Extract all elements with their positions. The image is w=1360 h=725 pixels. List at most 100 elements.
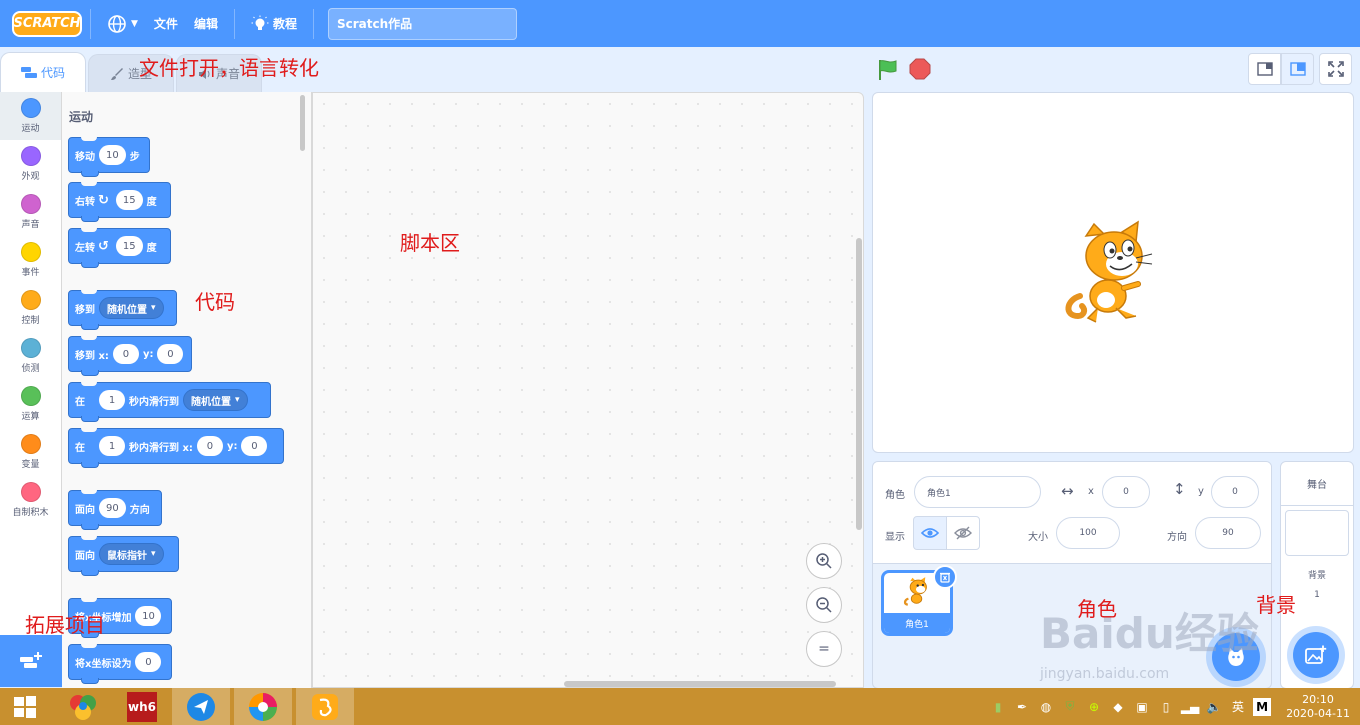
- y-input[interactable]: 0: [157, 344, 184, 364]
- direction-label: 方向: [1167, 532, 1187, 543]
- security-shield-icon[interactable]: ⛨: [1061, 698, 1079, 716]
- turn-left-block[interactable]: 左转 ↺ 15 度: [68, 228, 171, 268]
- block-label: 在: [75, 442, 85, 454]
- category-label: 自制积木: [12, 508, 49, 518]
- y-input[interactable]: 0: [241, 436, 268, 456]
- category-item[interactable]: 外观: [0, 140, 61, 188]
- sprite-name-input[interactable]: 角色1: [914, 476, 1041, 508]
- image-add-icon: [1305, 645, 1327, 664]
- block-label: 秒内滑行到: [129, 396, 179, 408]
- size-input[interactable]: 100: [1056, 517, 1120, 549]
- scratch-logo[interactable]: SCRATCH: [12, 10, 82, 37]
- taskbar-app-browser[interactable]: [234, 688, 292, 725]
- workspace-vertical-scrollbar[interactable]: [856, 238, 862, 530]
- category-item[interactable]: 事件: [0, 236, 61, 284]
- delete-sprite-button[interactable]: [933, 565, 957, 589]
- zoom-out-button[interactable]: [806, 587, 842, 623]
- stop-button[interactable]: [909, 58, 931, 84]
- x-input[interactable]: 0: [196, 436, 223, 456]
- taskbar-clock[interactable]: 20:10 2020-04-11: [1286, 693, 1350, 721]
- seconds-input[interactable]: 1: [99, 390, 125, 410]
- glide-to-block[interactable]: 在 1 秒内滑行到 随机位置: [68, 382, 271, 422]
- hide-sprite-button[interactable]: [946, 516, 980, 550]
- tutorial-menu[interactable]: 教程: [243, 0, 305, 47]
- direction-input[interactable]: 90: [99, 498, 126, 518]
- annotation-script-area: 脚本区: [400, 231, 460, 255]
- x-change-input[interactable]: 10: [135, 606, 162, 626]
- tab-code[interactable]: 代码: [0, 52, 86, 92]
- fullscreen-button[interactable]: [1319, 53, 1352, 85]
- ime-indicator[interactable]: 英: [1232, 698, 1244, 716]
- add-backdrop-button[interactable]: [1293, 632, 1339, 678]
- steps-input[interactable]: 10: [99, 145, 126, 165]
- language-menu[interactable]: ▼: [99, 0, 146, 47]
- seconds-input[interactable]: 1: [99, 436, 125, 456]
- pen-tray-icon[interactable]: ✒: [1013, 698, 1031, 716]
- edit-menu[interactable]: 编辑: [186, 0, 226, 47]
- battery-icon[interactable]: ▯: [1157, 698, 1175, 716]
- set-x-block[interactable]: 将x坐标设为 0: [68, 644, 172, 684]
- normal-stage-button[interactable]: [1281, 53, 1314, 85]
- point-direction-block[interactable]: 面向 90 方向: [68, 490, 162, 530]
- y-position-input[interactable]: 0: [1211, 476, 1259, 508]
- workspace-horizontal-scrollbar[interactable]: [564, 681, 836, 687]
- start-button[interactable]: [0, 688, 50, 725]
- block-label: 方向: [129, 504, 150, 516]
- script-workspace[interactable]: [312, 92, 864, 688]
- category-color-dot: [20, 434, 41, 454]
- project-title-input[interactable]: Scratch作品: [327, 7, 517, 40]
- glide-xy-block[interactable]: 在 1 秒内滑行到 x: 0 y: 0: [68, 428, 284, 468]
- category-item[interactable]: 运动: [0, 92, 61, 140]
- category-item[interactable]: 控制: [0, 284, 61, 332]
- wh6-app-icon: wh6: [127, 691, 157, 722]
- goto-block[interactable]: 移到 随机位置: [68, 290, 177, 330]
- green-flag-button[interactable]: [876, 58, 900, 86]
- turn-right-block[interactable]: 右转 ↻ 15 度: [68, 182, 171, 222]
- glide-target-dropdown[interactable]: 随机位置: [183, 389, 248, 411]
- stage-thumbnail[interactable]: [1285, 510, 1349, 556]
- volume-icon[interactable]: 🔈: [1205, 698, 1223, 716]
- move-steps-block[interactable]: 移动 10 步: [68, 137, 150, 177]
- add-tray-icon[interactable]: ⊕: [1085, 698, 1103, 716]
- goto-target-dropdown[interactable]: 随机位置: [99, 297, 164, 319]
- category-color-dot: [20, 386, 41, 406]
- x-position-input[interactable]: 0: [1102, 476, 1150, 508]
- zoom-reset-button[interactable]: =: [806, 631, 842, 667]
- goto-xy-block[interactable]: 移到 x: 0 y: 0: [68, 336, 192, 376]
- point-towards-block[interactable]: 面向 鼠标指针: [68, 536, 179, 576]
- block-label: 右转: [75, 196, 95, 208]
- category-item[interactable]: 声音: [0, 188, 61, 236]
- palette-scrollbar[interactable]: [300, 95, 305, 151]
- signal-icon[interactable]: ▂▄: [1181, 698, 1199, 716]
- degrees-input[interactable]: 15: [115, 190, 143, 210]
- ime-mode-icon[interactable]: M: [1253, 697, 1272, 716]
- file-menu[interactable]: 文件: [146, 0, 186, 47]
- degrees-input[interactable]: 15: [115, 236, 143, 256]
- green-flag-icon: [879, 60, 897, 80]
- taskbar-app-wh6[interactable]: wh6: [116, 688, 168, 725]
- block-label: 左转: [75, 242, 95, 254]
- x-input[interactable]: 0: [112, 344, 139, 364]
- taskbar-app-feishu[interactable]: [172, 688, 230, 725]
- zoom-in-button[interactable]: [806, 543, 842, 579]
- taskbar-app-ball[interactable]: [54, 688, 112, 725]
- diamond-tray-icon[interactable]: ◆: [1109, 698, 1127, 716]
- direction-input[interactable]: 90: [1195, 517, 1261, 549]
- annotation-code: 代码: [195, 290, 235, 314]
- sprite-thumbnail-name: 角色1: [884, 613, 950, 633]
- point-target-dropdown[interactable]: 鼠标指针: [99, 543, 164, 565]
- show-sprite-button[interactable]: [913, 516, 947, 550]
- display-tray-icon[interactable]: ▣: [1133, 698, 1151, 716]
- category-item[interactable]: 自制积木: [0, 476, 61, 524]
- category-item[interactable]: 运算: [0, 380, 61, 428]
- taskbar-app-scratch[interactable]: [296, 688, 354, 725]
- block-label: 移到 x:: [75, 350, 109, 362]
- battery-green-icon[interactable]: ▮: [989, 698, 1007, 716]
- x-set-input[interactable]: 0: [135, 652, 162, 672]
- small-stage-button[interactable]: [1248, 53, 1281, 85]
- wechat-tray-icon[interactable]: ◍: [1037, 698, 1055, 716]
- category-item[interactable]: 侦测: [0, 332, 61, 380]
- category-item[interactable]: 变量: [0, 428, 61, 476]
- stage-canvas[interactable]: [872, 92, 1354, 453]
- add-extension-button[interactable]: [0, 635, 62, 687]
